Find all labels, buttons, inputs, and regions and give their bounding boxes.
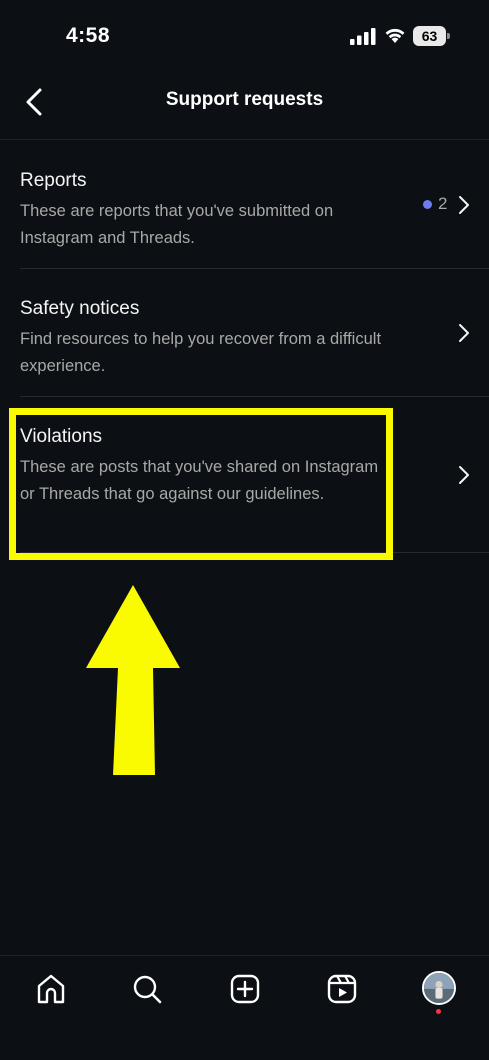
support-requests-screen: 4:58 63 Support requests Reports These a… — [0, 0, 489, 1060]
bottom-nav — [0, 955, 489, 1060]
reels-icon — [327, 974, 357, 1004]
chevron-right-icon — [459, 196, 469, 214]
nav-create[interactable] — [227, 971, 263, 1007]
safety-notices-title: Safety notices — [20, 298, 140, 319]
violations-title: Violations — [20, 426, 103, 447]
list-item-safety-notices[interactable]: Safety notices Find resources to help yo… — [0, 269, 489, 397]
list-item-reports[interactable]: Reports These are reports that you've su… — [0, 141, 489, 269]
reports-title: Reports — [20, 170, 87, 191]
home-icon — [37, 974, 65, 1004]
page-title: Support requests — [165, 89, 324, 110]
safety-notices-description: Find resources to help you recover from … — [20, 330, 382, 375]
list-item-violations[interactable]: Violations These are posts that you've s… — [0, 397, 489, 553]
unread-badge-dot — [423, 200, 432, 209]
notification-dot — [436, 1009, 441, 1014]
chevron-right-icon — [459, 466, 469, 484]
reports-description: These are reports that you've submitted … — [20, 202, 334, 247]
search-icon — [133, 975, 162, 1004]
battery-level: 63 — [421, 28, 438, 44]
status-time: 4:58 — [66, 24, 111, 47]
avatar-image — [424, 973, 454, 1003]
signal-icon — [350, 28, 376, 45]
reports-count: 2 — [438, 194, 448, 213]
profile-avatar[interactable] — [422, 971, 456, 1005]
violations-description: These are posts that you've shared on In… — [20, 458, 379, 503]
divider — [20, 552, 489, 553]
status-bar: 4:58 63 — [0, 0, 489, 72]
up-arrow-annotation — [86, 585, 180, 775]
page-header: Support requests — [0, 72, 489, 140]
create-icon — [230, 974, 260, 1004]
nav-reels[interactable] — [324, 971, 360, 1007]
nav-search[interactable] — [129, 971, 165, 1007]
wifi-icon — [385, 28, 405, 43]
battery-icon: 63 — [413, 26, 450, 46]
nav-home[interactable] — [33, 971, 69, 1007]
chevron-right-icon — [459, 324, 469, 342]
